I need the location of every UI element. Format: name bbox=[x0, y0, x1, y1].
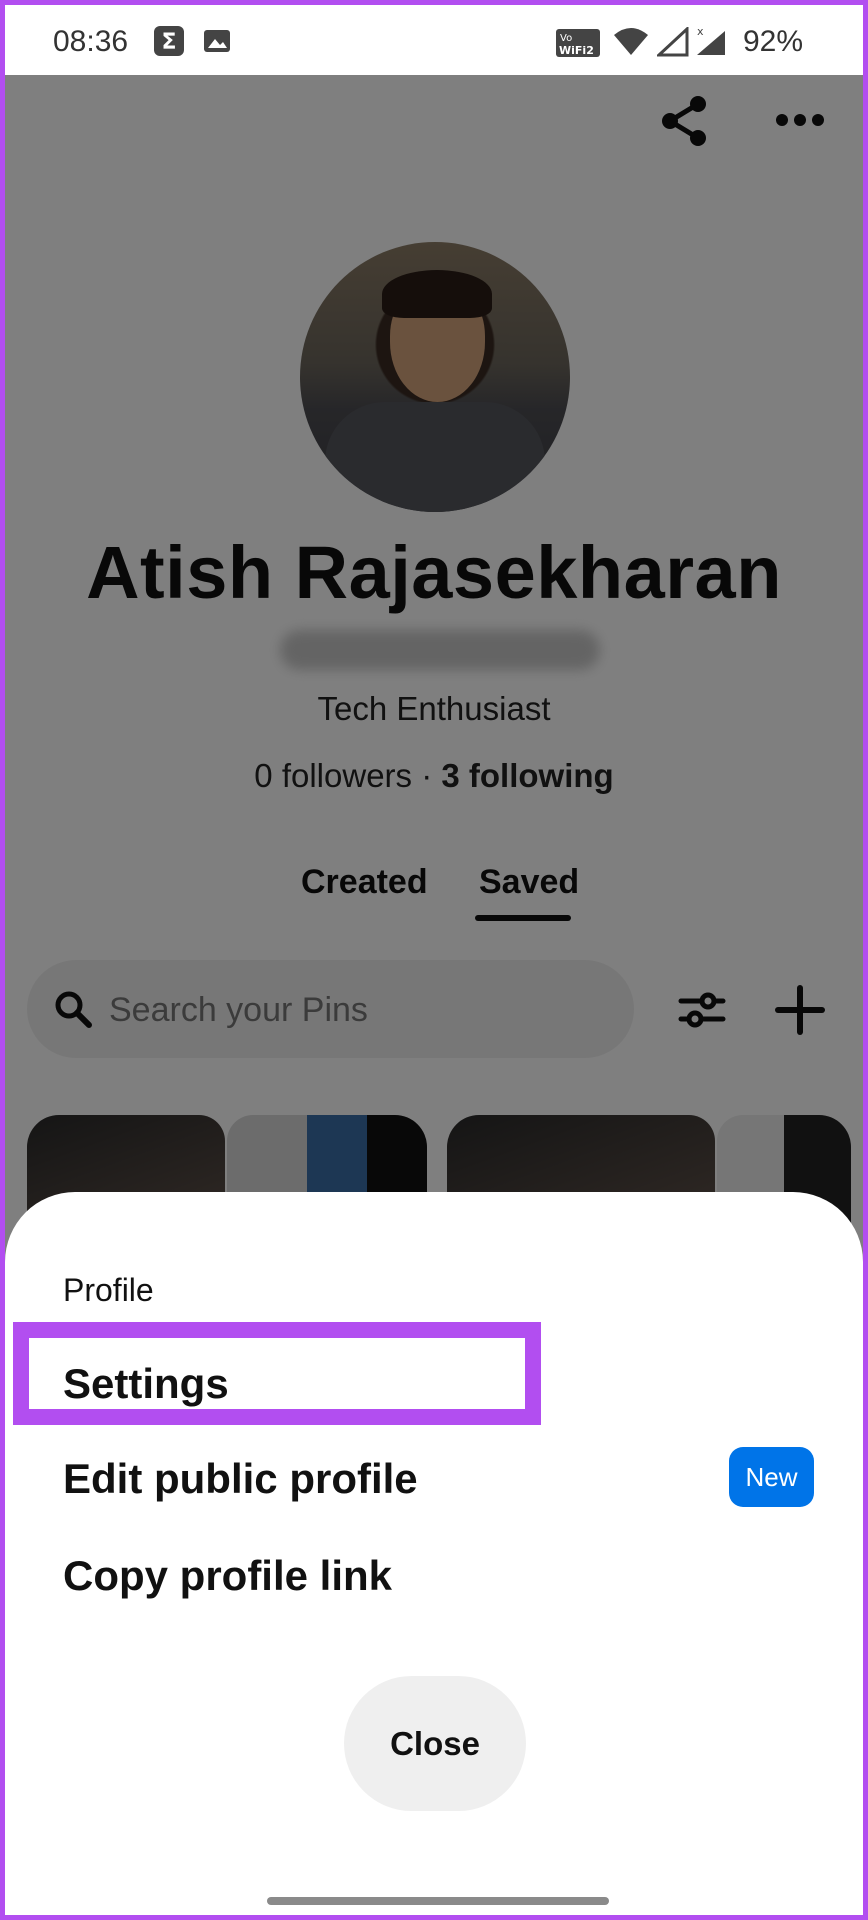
vowifi-icon: Vo WiFi2 bbox=[556, 29, 600, 62]
svg-text:x: x bbox=[697, 25, 704, 38]
sigma-icon: Σ bbox=[153, 25, 185, 62]
svg-text:Σ: Σ bbox=[161, 30, 176, 55]
menu-item-edit-public-profile[interactable]: Edit public profile bbox=[63, 1455, 418, 1503]
status-bar: 08:36 Σ Vo WiFi2 x 92% bbox=[5, 5, 863, 75]
sheet-header: Profile bbox=[63, 1272, 154, 1308]
menu-item-copy-profile-link[interactable]: Copy profile link bbox=[63, 1552, 392, 1600]
signal-x-icon: x bbox=[695, 25, 727, 62]
home-indicator[interactable] bbox=[267, 1897, 609, 1905]
phone-screen: 08:36 Σ VoWiFi2 x 92% Atish Rajasekhara bbox=[0, 0, 868, 1920]
vowifi-label-top: Vo bbox=[560, 33, 572, 44]
battery-percent: 92% bbox=[743, 25, 804, 58]
gallery-icon bbox=[201, 25, 233, 62]
profile-options-sheet: Profile Settings Edit public profile New… bbox=[5, 1192, 863, 1915]
wifi-icon bbox=[613, 27, 649, 62]
new-badge: New bbox=[729, 1447, 814, 1507]
status-time: 08:36 bbox=[53, 25, 129, 58]
signal-icon bbox=[655, 25, 689, 62]
close-button[interactable]: Close bbox=[344, 1676, 526, 1811]
settings-highlight bbox=[13, 1322, 541, 1425]
vowifi-label-bottom: WiFi2 bbox=[559, 44, 594, 57]
